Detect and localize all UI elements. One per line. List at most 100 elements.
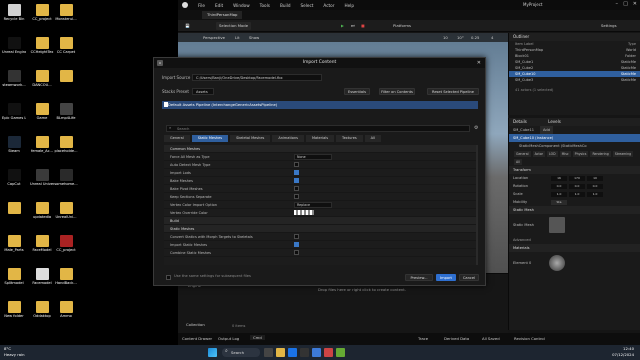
outliner-row[interactable]: SM_Cube3 StaticMe bbox=[509, 77, 640, 83]
checkbox[interactable] bbox=[294, 242, 299, 247]
revision-control-button[interactable]: Revision Control bbox=[514, 336, 545, 341]
save-icon[interactable]: 💾 bbox=[182, 22, 193, 30]
tab-skeletal-meshes[interactable]: Skeletal Meshes bbox=[230, 135, 271, 142]
desktop-icon[interactable]: somehome... bbox=[54, 169, 78, 186]
desktop-icon[interactable]: Recycle Bin bbox=[2, 4, 26, 21]
play-icon[interactable]: ▶ bbox=[338, 22, 347, 30]
checkbox[interactable] bbox=[294, 162, 299, 167]
maximize-button[interactable]: □ bbox=[623, 1, 628, 7]
location-z[interactable]: 10 bbox=[587, 175, 603, 181]
stop-icon[interactable]: ■ bbox=[358, 22, 368, 30]
import-source-field[interactable]: C:/Users/Banji/OneDrive/Desktop/Facemode… bbox=[192, 74, 322, 81]
desktop-icon[interactable]: Male_Parts bbox=[2, 235, 26, 252]
static-mesh-thumbnail[interactable] bbox=[549, 217, 565, 233]
filter-tab[interactable]: Actor bbox=[532, 151, 545, 157]
task-view-icon[interactable] bbox=[264, 348, 273, 357]
desktop-icon[interactable]: HandBack... bbox=[54, 268, 78, 285]
all-saved-indicator[interactable]: All Saved bbox=[482, 336, 500, 341]
desktop-icon[interactable]: Facemodel bbox=[30, 268, 54, 285]
filter-tab[interactable]: Misc bbox=[559, 151, 571, 157]
filter-tab[interactable]: Streaming bbox=[612, 151, 634, 157]
rotation-x[interactable]: 0.0 bbox=[551, 183, 567, 189]
desktop-icon[interactable]: Splitmodel bbox=[2, 268, 26, 285]
scrollbar[interactable] bbox=[476, 145, 478, 265]
use-same-settings-checkbox[interactable] bbox=[166, 275, 171, 280]
checkbox[interactable] bbox=[294, 194, 299, 199]
start-icon[interactable] bbox=[208, 348, 217, 357]
desktop-icon[interactable]: Oddaktop bbox=[30, 301, 54, 318]
desktop-icon[interactable]: Ammo bbox=[54, 301, 78, 318]
preview-button[interactable]: Preview... bbox=[405, 274, 433, 281]
scale-y[interactable]: 1.0 bbox=[569, 191, 585, 197]
combo-box[interactable]: Replace bbox=[294, 201, 332, 208]
platforms-dropdown[interactable]: Platforms bbox=[390, 22, 414, 30]
selection-mode-dropdown[interactable]: Selection Mode bbox=[216, 22, 252, 30]
rotation-y[interactable]: 0.0 bbox=[569, 183, 585, 189]
app-taskbar-icon[interactable] bbox=[336, 348, 345, 357]
settings-dropdown[interactable]: Settings bbox=[598, 22, 620, 30]
desktop-icon[interactable]: CCHeightTex bbox=[30, 37, 54, 54]
pipeline-item[interactable]: Default Assets Pipeline (InterchangeGene… bbox=[162, 101, 478, 109]
close-icon[interactable]: ✕ bbox=[477, 58, 481, 68]
app-taskbar-icon[interactable] bbox=[324, 348, 333, 357]
filter-tab[interactable]: General bbox=[514, 151, 531, 157]
advanced-toggle[interactable]: Advanced bbox=[509, 236, 640, 244]
minimize-button[interactable]: – bbox=[616, 1, 619, 7]
weather-widget[interactable]: 8°C Heavy rain bbox=[4, 346, 25, 358]
trace-button[interactable]: Trace bbox=[418, 336, 428, 341]
menu-help[interactable]: Help bbox=[344, 3, 354, 8]
filter-tab[interactable]: Physics bbox=[572, 151, 589, 157]
location-y[interactable]: 170 bbox=[569, 175, 585, 181]
desktop-icon[interactable]: CC Carpet bbox=[54, 37, 78, 54]
desktop-icon[interactable]: female_Ac... bbox=[30, 136, 54, 153]
tab-materials[interactable]: Materials bbox=[305, 135, 335, 142]
import-button[interactable]: Import bbox=[436, 274, 456, 281]
filter-tab[interactable]: All bbox=[514, 159, 522, 165]
desktop-icon[interactable]: Unreal Univers... bbox=[30, 169, 54, 186]
desktop-icon[interactable]: updatedla bbox=[30, 202, 54, 219]
rotation-z[interactable]: 0.0 bbox=[587, 183, 603, 189]
tab-static-meshes[interactable]: Static Meshes bbox=[191, 135, 229, 142]
tab-map[interactable]: ThirdPersonMap bbox=[202, 11, 243, 19]
checkbox[interactable] bbox=[294, 170, 299, 175]
grid-snap-value[interactable]: 10 bbox=[440, 34, 451, 41]
close-window-button[interactable]: ✕ bbox=[633, 1, 637, 7]
camera-speed-value[interactable]: 4 bbox=[488, 34, 496, 41]
filter-on-contents-toggle[interactable]: Filter on Contents bbox=[379, 88, 415, 95]
stack-preset-dropdown[interactable]: Assets bbox=[192, 88, 214, 95]
add-component-button[interactable]: Add bbox=[540, 126, 553, 134]
desktop-icon[interactable]: CC_project bbox=[54, 235, 78, 252]
checkbox[interactable] bbox=[294, 186, 299, 191]
reset-selected-pipeline-button[interactable]: Reset Selected Pipeline bbox=[427, 88, 479, 95]
desktop-icon[interactable]: BLmp4Life bbox=[54, 103, 78, 120]
file-explorer-icon[interactable] bbox=[276, 348, 285, 357]
desktop-icon[interactable]: steamwork... bbox=[2, 70, 26, 87]
filter-tab[interactable]: LOD bbox=[546, 151, 558, 157]
search-input[interactable]: Search bbox=[166, 125, 470, 132]
gear-icon[interactable]: ⚙ bbox=[474, 125, 478, 131]
cancel-button[interactable]: Cancel bbox=[459, 274, 479, 281]
desktop-icon[interactable]: Monsterui... bbox=[54, 4, 78, 21]
collection-toggle[interactable]: Collection bbox=[186, 322, 205, 327]
cmd-dropdown[interactable]: Cmd bbox=[250, 335, 265, 340]
desktop-icon[interactable]: CC_project bbox=[30, 4, 54, 21]
static-mesh-section[interactable]: Static Mesh bbox=[509, 206, 640, 214]
desktop-icon[interactable]: placeholde... bbox=[54, 136, 78, 153]
desktop-icon[interactable]: New folder bbox=[2, 301, 26, 318]
desktop-icon[interactable]: Game bbox=[30, 103, 54, 120]
transform-section[interactable]: Transform bbox=[509, 166, 640, 174]
desktop-icon[interactable]: FaceModel bbox=[30, 235, 54, 252]
angle-snap-value[interactable]: 10° bbox=[454, 34, 467, 41]
instance-row[interactable]: SM_Cube10 (Instance) bbox=[509, 134, 640, 142]
derived-data-button[interactable]: Derived Data bbox=[444, 336, 469, 341]
scale-z[interactable]: 1.0 bbox=[587, 191, 603, 197]
menu-window[interactable]: Window bbox=[233, 3, 250, 8]
desktop-icon[interactable] bbox=[54, 70, 78, 83]
tab-animations[interactable]: Animations bbox=[272, 135, 304, 142]
output-log-button[interactable]: Output Log bbox=[218, 336, 239, 341]
filter-tab[interactable]: Rendering bbox=[590, 151, 611, 157]
menu-tools[interactable]: Tools bbox=[260, 3, 270, 8]
step-icon[interactable]: ⏭ bbox=[348, 22, 357, 30]
menu-actor[interactable]: Actor bbox=[323, 3, 334, 8]
checkbox[interactable] bbox=[294, 250, 299, 255]
